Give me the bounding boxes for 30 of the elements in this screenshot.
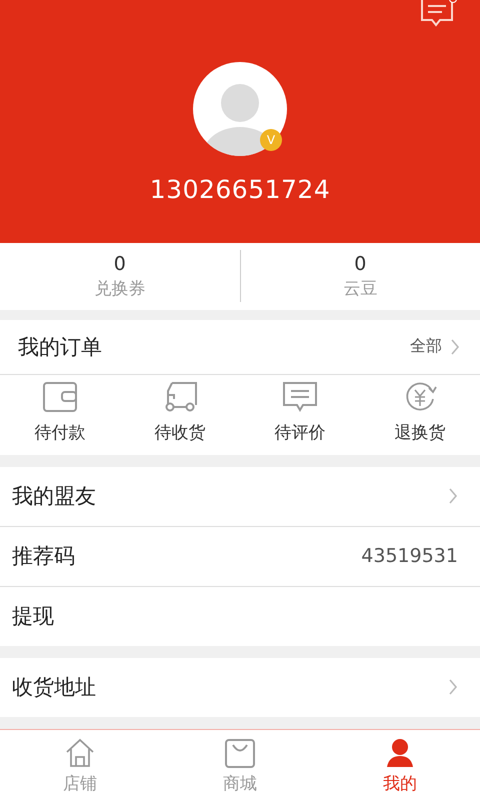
- order-status-button[interactable]: 待收货: [120, 374, 240, 455]
- menu-label: 提现: [12, 603, 55, 630]
- avatar[interactable]: [192, 61, 288, 157]
- order-status-button[interactable]: 待评价: [240, 374, 360, 455]
- section-title: 我的订单: [18, 334, 103, 361]
- person-icon: [384, 738, 416, 768]
- menu-row[interactable]: 提现: [0, 586, 480, 646]
- view-all-link[interactable]: 全部: [410, 336, 442, 358]
- order-status-button[interactable]: 待付款: [0, 374, 120, 455]
- chevron-icon: [450, 338, 460, 356]
- stat-label: 云豆: [343, 278, 378, 300]
- home-icon: [64, 738, 96, 768]
- comment-icon: [282, 380, 318, 413]
- stat-value: 0: [354, 252, 366, 275]
- stat-value: 0: [114, 252, 126, 275]
- tab[interactable]: 我的: [320, 730, 480, 800]
- menu-row[interactable]: 收货地址: [0, 658, 480, 717]
- bag-icon: [224, 738, 256, 768]
- chevron-icon: [448, 487, 458, 506]
- menu-row[interactable]: 我的盟友: [0, 466, 480, 526]
- order-status-button[interactable]: 退换货: [360, 374, 480, 455]
- chevron-icon: [448, 678, 458, 696]
- wallet-icon: [42, 380, 78, 413]
- menu-row[interactable]: 推荐码 43519531: [0, 526, 480, 586]
- menu-label: 推荐码: [12, 543, 76, 570]
- stat-label: 兑换券: [94, 278, 146, 300]
- menu-label: 收货地址: [12, 674, 97, 702]
- referral-code: 43519531: [361, 545, 458, 568]
- menu-label: 我的盟友: [12, 483, 97, 510]
- phone-number: 13026651724: [150, 175, 330, 204]
